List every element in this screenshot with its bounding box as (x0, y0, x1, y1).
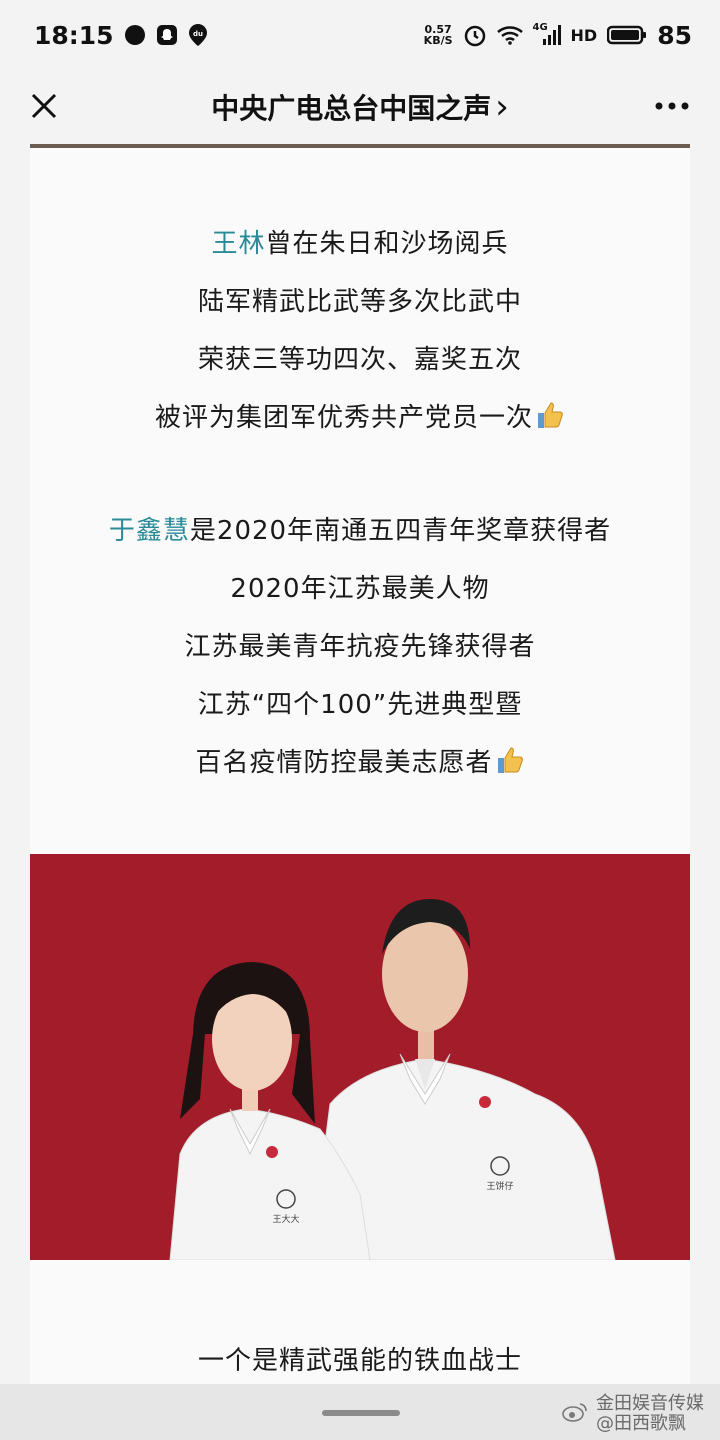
text-fragment: 是2020年南通五四青年奖章获得者 (189, 516, 612, 546)
net-speed-unit: KB/S (423, 34, 453, 47)
weibo-logo-icon (562, 1401, 588, 1428)
text-line: 百名疫情防控最美志愿者 (30, 734, 690, 792)
chat-bubble-icon (124, 24, 146, 46)
alarm-clock-icon (463, 23, 487, 47)
chevron-right-icon: › (495, 87, 509, 127)
battery-icon (607, 25, 647, 45)
net-speed: 0.57 KB/S (424, 24, 453, 46)
hd-label: HD (570, 25, 598, 45)
close-icon (31, 93, 57, 119)
text-line: 江苏“四个100”先进典型暨 (197, 690, 523, 720)
shirt-logo-text: 王饼仔 (486, 1180, 513, 1192)
text-line: 于鑫慧是2020年南通五四青年奖章获得者 (30, 502, 690, 560)
map-pin-icon: du (188, 23, 208, 47)
name-highlight: 王林 (211, 229, 266, 259)
snapchat-ghost-icon (156, 24, 178, 46)
shirt-logo-text: 王大大 (272, 1213, 299, 1225)
name-highlight: 于鑫慧 (108, 516, 190, 546)
caption-line: 一个是精武强能的铁血战士 (197, 1346, 522, 1376)
text-line: 江苏最美青年抗疫先锋获得者 (184, 632, 536, 662)
battery-level: 85 (657, 20, 692, 50)
text-line: 荣获三等功四次、嘉奖五次 (197, 345, 522, 375)
watermark-line2: @田西歌飘 (596, 1413, 686, 1434)
thumbs-up-icon (495, 738, 525, 796)
wifi-icon (496, 25, 523, 45)
couple-photo-illustration: 王饼仔 王大大 (30, 854, 690, 1260)
thumbs-up-icon (535, 393, 565, 451)
watermark: 金田娱音传媒 @田西歌飘 (562, 1394, 704, 1434)
nav-bar: 中央广电总台中国之声 › (0, 70, 720, 144)
text-fragment: 被评为集团军优秀共产党员一次 (154, 403, 533, 433)
account-title: 中央广电总台中国之声 (211, 92, 492, 125)
more-button[interactable] (650, 84, 694, 128)
home-indicator[interactable] (322, 1410, 400, 1416)
couple-photo[interactable]: 王饼仔 王大大 (30, 854, 690, 1260)
text-line: 王林曾在朱日和沙场阅兵 (30, 215, 690, 273)
text-line: 陆军精武比武等多次比武中 (197, 287, 522, 317)
cellular-signal-icon: 4G (532, 22, 561, 46)
text-line: 被评为集团军优秀共产党员一次 (30, 389, 690, 447)
watermark-line1: 金田娱音传媒 (596, 1393, 704, 1414)
account-title-link[interactable]: 中央广电总台中国之声 › (211, 87, 509, 127)
clock: 18:15 (34, 20, 114, 50)
paragraph-wang-lin: 王林曾在朱日和沙场阅兵 陆军精武比武等多次比武中 荣获三等功四次、嘉奖五次 被评… (30, 215, 690, 447)
text-line: 2020年江苏最美人物 (230, 574, 490, 604)
bottom-bar: 金田娱音传媒 @田西歌飘 (0, 1384, 720, 1440)
status-bar: 18:15 du 0.57 KB/S 4G HD 85 (0, 0, 720, 70)
previous-image-edge (30, 144, 690, 148)
text-fragment: 百名疫情防控最美志愿者 (195, 748, 493, 778)
close-button[interactable] (22, 84, 66, 128)
svg-text:du: du (193, 30, 203, 38)
network-type: 4G (532, 22, 548, 33)
hd-voice-icon: HD (571, 26, 598, 45)
more-dots-icon (655, 102, 689, 110)
text-fragment: 曾在朱日和沙场阅兵 (265, 229, 509, 259)
article-body: 王林曾在朱日和沙场阅兵 陆军精武比武等多次比武中 荣获三等功四次、嘉奖五次 被评… (30, 144, 690, 1384)
paragraph-yu-xinhui: 于鑫慧是2020年南通五四青年奖章获得者 2020年江苏最美人物 江苏最美青年抗… (30, 502, 690, 792)
